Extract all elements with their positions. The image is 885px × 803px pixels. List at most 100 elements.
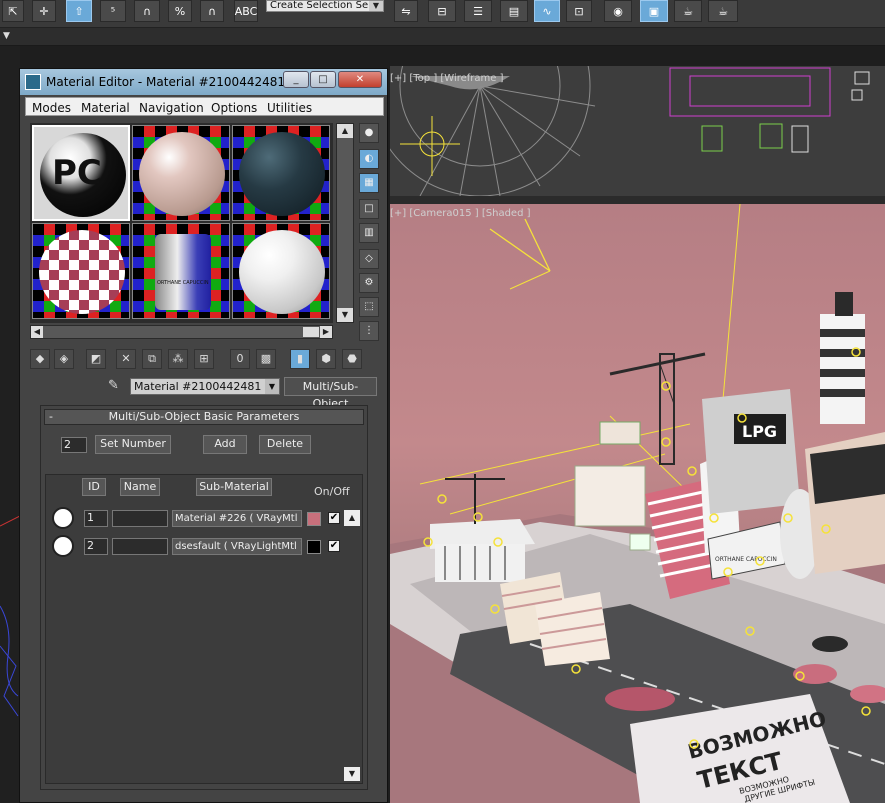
- top-wireframe-viewport[interactable]: [+] [Top ] [Wireframe ]: [390, 66, 885, 196]
- put-to-library-icon[interactable]: ⊞: [194, 349, 214, 369]
- scroll-right-icon[interactable]: ▶: [320, 326, 332, 338]
- sub-material-2-button[interactable]: dsesfault ( VRayLightMtl ): [172, 538, 302, 555]
- delete-button[interactable]: Delete: [259, 435, 311, 454]
- scene-explorer-icon[interactable]: ▤: [500, 0, 528, 22]
- sub-material-1-onoff-checkbox[interactable]: ✔: [328, 512, 340, 524]
- maximize-button[interactable]: □: [310, 71, 336, 88]
- sample-slot-2[interactable]: [132, 125, 230, 221]
- sub-material-2-onoff-checkbox[interactable]: ✔: [328, 540, 340, 552]
- material-editor-title-bar[interactable]: Material Editor - Material #2100442481 _…: [20, 69, 387, 95]
- set-number-button[interactable]: Set Number: [95, 435, 171, 454]
- sub-material-1-color-swatch[interactable]: [307, 512, 321, 526]
- slots-horizontal-scrollbar[interactable]: ◀ ▶: [30, 325, 333, 339]
- named-selection-set-dropdown[interactable]: Create Selection Se ▼: [266, 0, 384, 12]
- go-to-parent-icon[interactable]: ⬢: [316, 349, 336, 369]
- teapot-render-icon[interactable]: ☕: [674, 0, 702, 22]
- sub-material-2-name[interactable]: [112, 538, 168, 555]
- pick-material-eyedropper-icon[interactable]: ✎: [108, 378, 119, 393]
- angle-snap-icon[interactable]: ∩: [134, 0, 160, 22]
- mirror-icon[interactable]: ⇋: [394, 0, 418, 22]
- sample-type-icon[interactable]: ●: [359, 123, 379, 143]
- scroll-left-icon[interactable]: ◀: [31, 326, 43, 338]
- menu-utilities[interactable]: Utilities: [267, 101, 312, 115]
- material-editor-title: Material Editor - Material #2100442481: [46, 75, 286, 89]
- sub-material-1-button[interactable]: Material #226 ( VRayMtl ): [172, 510, 302, 527]
- sub-material-2-preview[interactable]: [52, 535, 74, 557]
- sample-slot-4[interactable]: [32, 223, 130, 319]
- sample-slot-5[interactable]: ORTHANE CAPUCCIN: [132, 223, 230, 319]
- snaps-toggle-icon[interactable]: ⁵: [100, 0, 126, 22]
- go-forward-sibling-icon[interactable]: ⬣: [342, 349, 362, 369]
- sort-by-sub-material-button[interactable]: Sub-Material: [196, 478, 272, 496]
- curve-editor-icon[interactable]: ∿: [534, 0, 560, 22]
- chevron-down-icon: ▼: [265, 379, 279, 394]
- make-copy-icon[interactable]: ⧉: [142, 349, 162, 369]
- sub-material-1-id[interactable]: 1: [84, 510, 108, 527]
- minimize-button[interactable]: _: [283, 71, 309, 88]
- sort-by-name-button[interactable]: Name: [120, 478, 160, 496]
- percent-snap-icon[interactable]: %: [168, 0, 192, 22]
- slots-vertical-scrollbar[interactable]: ▲ ▼: [336, 123, 354, 323]
- material-navigator-icon[interactable]: ⋮: [359, 321, 379, 341]
- select-icon[interactable]: ⇱: [2, 0, 24, 22]
- collapse-icon[interactable]: -: [49, 410, 53, 424]
- camera-viewport-label[interactable]: [+] [Camera015 ] [Shaded ]: [390, 208, 531, 219]
- get-material-icon[interactable]: ◆: [30, 349, 50, 369]
- top-viewport-label[interactable]: [+] [Top ] [Wireframe ]: [390, 73, 504, 84]
- viewport-divider[interactable]: [390, 196, 885, 204]
- make-unique-icon[interactable]: ⁂: [168, 349, 188, 369]
- edit-named-selection-icon[interactable]: ABC: [234, 0, 258, 22]
- rollout-header[interactable]: - Multi/Sub-Object Basic Parameters: [44, 409, 364, 425]
- list-scroll-up-icon[interactable]: ▲: [344, 510, 360, 526]
- secondary-toolbar: ▼: [0, 28, 885, 46]
- multi-sub-object-rollout: - Multi/Sub-Object Basic Parameters 2 Se…: [40, 405, 368, 790]
- material-editor-icon[interactable]: ◉: [604, 0, 632, 22]
- show-shaded-material-icon[interactable]: ▩: [256, 349, 276, 369]
- show-end-result-icon[interactable]: ▮: [290, 349, 310, 369]
- sample-slot-1[interactable]: PC: [32, 125, 130, 221]
- expand-triangle-icon[interactable]: ▼: [3, 31, 10, 41]
- align-icon[interactable]: ⊟: [428, 0, 456, 22]
- material-name-dropdown[interactable]: Material #2100442481 ▼: [130, 378, 280, 395]
- put-to-scene-icon[interactable]: ◈: [54, 349, 74, 369]
- move-icon[interactable]: ✛: [32, 0, 56, 22]
- video-color-check-icon[interactable]: ▥: [359, 223, 379, 243]
- list-scroll-down-icon[interactable]: ▼: [344, 767, 360, 781]
- material-type-button[interactable]: Multi/Sub-Object: [284, 377, 377, 410]
- uv-tiling-icon[interactable]: □: [359, 199, 379, 219]
- sub-material-2-color-swatch[interactable]: [307, 540, 321, 554]
- reset-material-icon[interactable]: ✕: [116, 349, 136, 369]
- sub-material-1-name[interactable]: [112, 510, 168, 527]
- material-id-channel-icon[interactable]: 0: [230, 349, 250, 369]
- scroll-up-icon[interactable]: ▲: [337, 124, 353, 138]
- camera-shaded-viewport[interactable]: LPG ORTHANE CAPUCCIN ВОЗМОЖНО ТЕКСТ ВОЗМ…: [390, 204, 885, 803]
- sub-material-1-preview[interactable]: [52, 507, 74, 529]
- sample-slot-6[interactable]: [232, 223, 330, 319]
- menu-modes[interactable]: Modes: [32, 101, 71, 115]
- sub-material-2-id[interactable]: 2: [84, 538, 108, 555]
- menu-material[interactable]: Material: [81, 101, 130, 115]
- sample-slot-3[interactable]: [232, 125, 330, 221]
- select-by-material-icon[interactable]: ⬚: [359, 297, 379, 317]
- spinner-snap-icon[interactable]: ∩: [200, 0, 224, 22]
- layer-manager-icon[interactable]: ☰: [464, 0, 492, 22]
- material-editor-menu-bar: Modes Material Navigation Options Utilit…: [25, 97, 384, 116]
- scroll-down-icon[interactable]: ▼: [337, 308, 353, 322]
- make-preview-icon[interactable]: ◇: [359, 249, 379, 269]
- sample-slots-grid: PC ORTHANE CAPUCCIN: [30, 123, 333, 323]
- render-setup-icon[interactable]: ▣: [640, 0, 668, 22]
- add-button[interactable]: Add: [203, 435, 247, 454]
- background-icon[interactable]: ▦: [359, 173, 379, 193]
- scroll-thumb[interactable]: [303, 327, 319, 337]
- options-icon[interactable]: ⚙: [359, 273, 379, 293]
- select-move-icon[interactable]: ⇧: [66, 0, 92, 22]
- assign-to-selection-icon[interactable]: ◩: [86, 349, 106, 369]
- sort-by-id-button[interactable]: ID: [82, 478, 106, 496]
- menu-navigation[interactable]: Navigation: [139, 101, 204, 115]
- menu-options[interactable]: Options: [211, 101, 257, 115]
- schematic-view-icon[interactable]: ⊡: [566, 0, 592, 22]
- close-button[interactable]: ✕: [338, 71, 382, 88]
- render-iterative-icon[interactable]: ☕: [708, 0, 738, 22]
- sub-material-count-field[interactable]: 2: [61, 437, 87, 453]
- backlight-icon[interactable]: ◐: [359, 149, 379, 169]
